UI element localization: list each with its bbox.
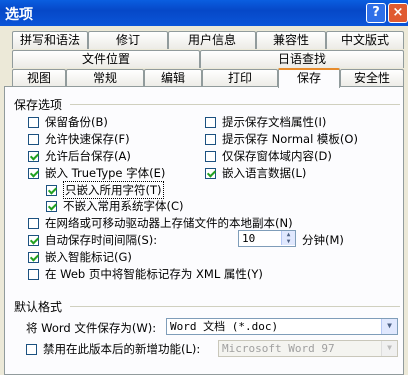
tab-general[interactable]: 常规 xyxy=(66,69,144,87)
spin-down-icon[interactable]: ▼ xyxy=(281,238,295,245)
checkbox-box[interactable] xyxy=(28,217,39,229)
save-options-title: 保存选项 xyxy=(14,98,63,112)
save-as-label: 将 Word 文件保存为(W): xyxy=(26,321,157,335)
chevron-down-icon[interactable]: ▼ xyxy=(381,319,397,334)
prompt-doc-properties-checkbox[interactable]: 提示保存文档属性(I) xyxy=(205,114,326,130)
title-bar: 选项 ? × xyxy=(0,0,408,26)
window-title: 选项 xyxy=(5,7,33,23)
chevron-down-icon[interactable]: ▼ xyxy=(381,341,397,356)
tab-security[interactable]: 安全性 xyxy=(340,69,404,87)
embed-truetype-checkbox[interactable]: 嵌入 TrueType 字体(E) xyxy=(28,165,165,181)
tab-japanese-find[interactable]: 日语查找 xyxy=(200,50,404,68)
checkbox-box[interactable] xyxy=(205,167,216,179)
keep-backup-checkbox[interactable]: 保留备份(B) xyxy=(28,114,108,130)
checkbox-box[interactable] xyxy=(205,133,216,145)
checkbox-box[interactable] xyxy=(205,150,216,162)
save-smart-tags-xml-checkbox[interactable]: 在 Web 页中将智能标记存为 XML 属性(Y) xyxy=(28,266,263,282)
checkbox-box[interactable] xyxy=(28,268,39,280)
save-as-format-select[interactable]: Word 文档 (*.doc) ▼ xyxy=(166,318,398,335)
no-embed-system-fonts-checkbox[interactable]: 不嵌入常用系统字体(C) xyxy=(46,198,184,214)
checkbox-box[interactable] xyxy=(205,116,216,128)
checkbox-box[interactable] xyxy=(28,133,39,145)
checkbox-box[interactable] xyxy=(46,200,57,212)
allow-fast-save-checkbox[interactable]: 允许快速保存(F) xyxy=(28,131,130,147)
prompt-normal-template-checkbox[interactable]: 提示保存 Normal 模板(O) xyxy=(205,131,358,147)
help-icon[interactable]: ? xyxy=(366,3,386,23)
autosave-interval-input[interactable]: 10 ▲ ▼ xyxy=(238,230,296,247)
tab-edit[interactable]: 编辑 xyxy=(144,69,202,87)
divider xyxy=(70,104,400,105)
version-select[interactable]: Microsoft Word 97 ▼ xyxy=(218,340,398,357)
disable-new-features-checkbox[interactable]: 禁用在此版本后的新增功能(L): xyxy=(26,341,200,357)
checkbox-box[interactable] xyxy=(26,343,37,355)
divider xyxy=(70,306,400,307)
tab-compatibility[interactable]: 兼容性 xyxy=(256,31,326,49)
spinner[interactable]: ▲ ▼ xyxy=(281,231,295,246)
tab-user-info[interactable]: 用户信息 xyxy=(168,31,256,49)
autosave-unit-label: 分钟(M) xyxy=(302,233,344,247)
network-local-copy-checkbox[interactable]: 在网络或可移动驱动器上存储文件的本地副本(N) xyxy=(28,215,293,231)
tab-chinese-typography[interactable]: 中文版式 xyxy=(326,31,404,49)
checkbox-box[interactable] xyxy=(28,234,39,246)
checkbox-box[interactable] xyxy=(28,167,39,179)
tab-track-changes[interactable]: 修订 xyxy=(88,31,168,49)
checkbox-box[interactable] xyxy=(28,150,39,162)
checkbox-box[interactable] xyxy=(46,184,57,196)
tab-spelling-grammar[interactable]: 拼写和语法 xyxy=(12,31,88,49)
autosave-checkbox[interactable]: 自动保存时间间隔(S): xyxy=(28,232,157,248)
save-form-data-checkbox[interactable]: 仅保存窗体域内容(D) xyxy=(205,148,332,164)
checkbox-box[interactable] xyxy=(28,251,39,263)
embed-smart-tags-checkbox[interactable]: 嵌入智能标记(G) xyxy=(28,249,132,265)
tab-file-locations[interactable]: 文件位置 xyxy=(12,50,200,68)
embed-used-chars-checkbox[interactable]: 只嵌入所用字符(T) xyxy=(46,181,164,199)
embed-language-data-checkbox[interactable]: 嵌入语言数据(L) xyxy=(205,165,306,181)
spin-up-icon[interactable]: ▲ xyxy=(281,231,295,238)
checkbox-box[interactable] xyxy=(28,116,39,128)
allow-background-save-checkbox[interactable]: 允许后台保存(A) xyxy=(28,148,131,164)
tab-print[interactable]: 打印 xyxy=(202,69,278,87)
default-format-title: 默认格式 xyxy=(14,300,63,314)
tab-save[interactable]: 保存 xyxy=(278,68,340,88)
close-icon[interactable]: × xyxy=(388,3,408,23)
tab-view[interactable]: 视图 xyxy=(12,69,66,87)
